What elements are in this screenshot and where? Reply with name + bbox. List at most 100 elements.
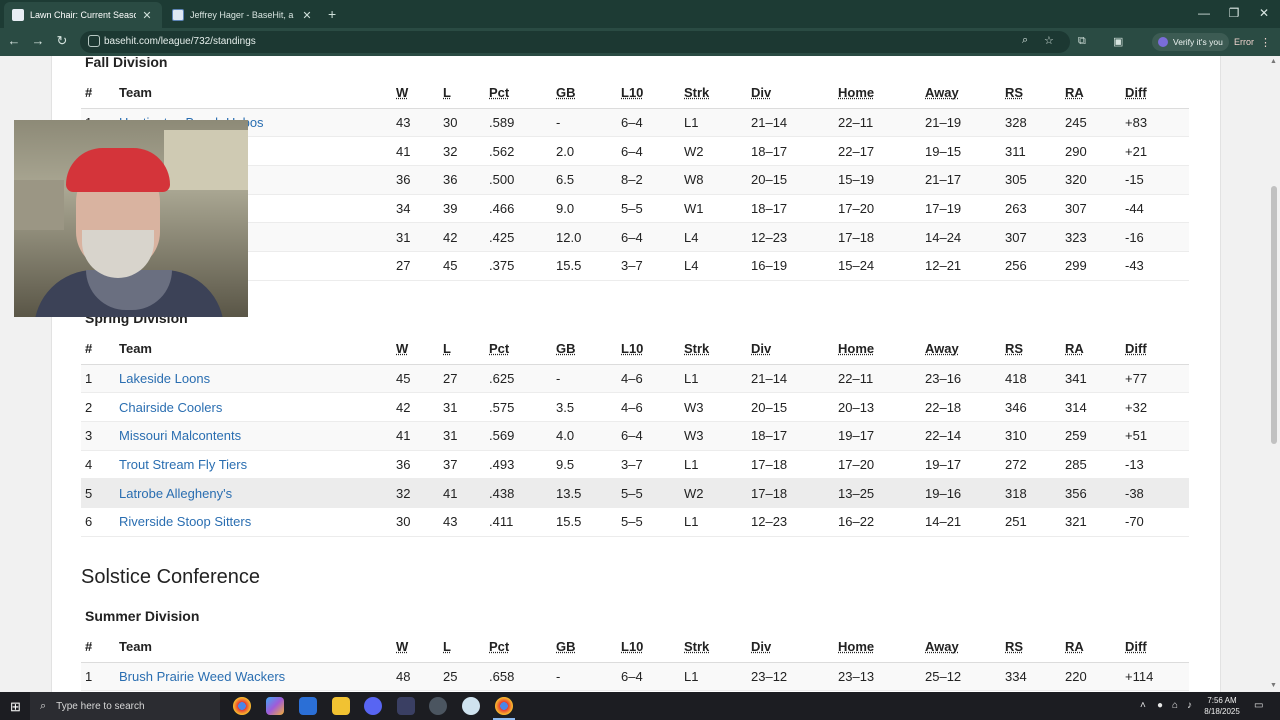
cell-last-ten: 6–4 [621,662,684,692]
close-tab-icon[interactable]: ✕ [300,9,314,22]
taskbar-clock[interactable]: 7:56 AM 8/18/2025 [1197,695,1247,717]
table-header-row: # Team W L Pct GB L10 Strk Div Home Away RS RA Diff [81,334,1189,365]
menu-kebab-icon[interactable]: ⋮ [1260,36,1271,49]
new-tab-icon[interactable]: + [328,6,336,22]
cell-division-record: 20–15 [751,392,838,422]
cell-team[interactable]: Missouri Malcontents [119,421,396,451]
cell-last-ten: 6–4 [621,222,684,252]
column-header-label: Away [925,85,959,101]
cell-away-record: 19–17 [925,450,1005,480]
cell-runs-allowed: 259 [1065,421,1125,451]
column-header-last-ten: L10 [621,78,684,109]
cell-wins: 41 [396,136,443,166]
cell-division-record: 21–14 [751,108,838,138]
address-bar[interactable]: basehit.com/league/732/standings ⌕ ☆ [80,31,1070,53]
cell-run-differential: -70 [1125,507,1189,537]
url-text: basehit.com/league/732/standings [104,36,256,47]
windows-taskbar: ⊞ ⌕ Type here to search ˄ ● ⌂ ♪ 7:56 AM … [0,692,1280,720]
bookmark-star-icon[interactable]: ☆ [1044,34,1054,47]
cell-pct: .575 [489,392,556,422]
scroll-up-icon[interactable]: ▲ [1270,58,1277,65]
cell-runs-scored: 307 [1005,222,1065,252]
column-header-last-ten: L10 [621,334,684,365]
cell-team[interactable]: Latrobe Allegheny's [119,478,396,508]
spring-division-table: # Team W L Pct GB L10 Strk Div Home Away RS RA Diff 1… [81,334,1189,537]
file-explorer-icon[interactable] [332,697,350,715]
cell-losses: 39 [443,194,489,224]
column-header-runs-allowed: RA [1065,78,1125,109]
copilot-icon[interactable] [266,697,284,715]
tab-lawn-chair[interactable]: Lawn Chair: Current Season Sta ✕ [4,2,162,28]
column-header-home-record: Home [838,78,925,109]
back-icon[interactable]: ← [6,33,22,48]
app-icon[interactable] [462,697,480,715]
table-header-row: # Team W L Pct GB L10 Strk Div Home Away RS RA Diff [81,78,1189,109]
side-panel-icon[interactable]: ▣ [1113,35,1123,48]
cell-run-differential: +51 [1125,421,1189,451]
store-icon[interactable] [299,697,317,715]
minimize-icon[interactable]: — [1194,6,1214,20]
tab-title: Jeffrey Hager - BaseHit, a free s [190,10,296,20]
volume-icon[interactable]: ♪ [1187,700,1192,711]
cell-games-back: 3.5 [556,392,621,422]
cell-away-record: 21–17 [925,165,1005,195]
error-menu-button[interactable]: Error ⋮ [1234,33,1271,51]
cell-runs-scored: 256 [1005,251,1065,281]
app-icon[interactable] [429,697,447,715]
cell-away-record: 19–16 [925,478,1005,508]
cell-team[interactable]: Trout Stream Fly Tiers [119,450,396,480]
column-header-label: Strk [684,85,710,101]
cell-pct: .411 [489,507,556,537]
cell-last-ten: 5–5 [621,507,684,537]
scrollbar-thumb[interactable] [1271,186,1277,444]
forward-icon[interactable]: → [30,33,46,48]
cell-losses: 25 [443,662,489,692]
fall-division-title: Fall Division [85,56,168,70]
cell-home-record: 17–20 [838,450,925,480]
close-tab-icon[interactable]: ✕ [140,9,154,22]
cell-last-ten: 6–4 [621,108,684,138]
cell-streak: L1 [684,450,751,480]
taskbar-search[interactable]: ⌕ Type here to search [30,692,220,720]
cell-wins: 45 [396,364,443,394]
zoom-icon[interactable]: ⌕ [1022,34,1028,47]
cell-team[interactable]: Lakeside Loons [119,364,396,394]
tab-jeffrey-hager[interactable]: Jeffrey Hager - BaseHit, a free s ✕ [164,2,322,28]
windows-start-icon[interactable]: ⊞ [10,699,21,715]
cell-streak: W1 [684,194,751,224]
scroll-down-icon[interactable]: ▼ [1270,682,1277,689]
page-viewport: Fall Division # Team W L Pct GB L10 Strk Div Home… [0,56,1280,692]
column-header-label: Team [119,341,152,357]
summer-division-title: Summer Division [85,608,200,624]
cell-team[interactable]: Riverside Stoop Sitters [119,507,396,537]
column-header-label: GB [556,85,576,101]
cell-losses: 43 [443,507,489,537]
cell-team[interactable]: Chairside Coolers [119,392,396,422]
cell-run-differential: +77 [1125,364,1189,394]
discord-icon[interactable] [364,697,382,715]
profile-verify-button[interactable]: Verify it's you [1152,33,1229,51]
restore-icon[interactable]: ❐ [1224,6,1244,20]
network-icon[interactable]: ⌂ [1172,700,1178,711]
tray-chevron-icon[interactable]: ˄ [1140,700,1146,711]
cell-home-record: 17–20 [838,194,925,224]
column-header-label: # [85,85,93,101]
cell-streak: W3 [684,392,751,422]
column-header-losses: L [443,334,489,365]
notifications-icon[interactable]: ▭ [1254,700,1263,711]
cell-team[interactable]: Brush Prairie Weed Wackers [119,662,396,692]
extensions-icon[interactable]: ⧉ [1078,35,1086,48]
app-icon[interactable] [397,697,415,715]
close-window-icon[interactable]: ✕ [1254,6,1274,20]
cell-away-record: 19–15 [925,136,1005,166]
site-info-icon[interactable] [88,35,100,47]
page-scrollbar[interactable]: ▲ ▼ [1268,56,1280,692]
cell-run-differential: -38 [1125,478,1189,508]
cell-losses: 30 [443,108,489,138]
chrome-icon[interactable] [233,697,251,715]
chrome-active-icon[interactable] [495,697,513,715]
microphone-icon[interactable]: ● [1157,700,1163,711]
cell-runs-scored: 418 [1005,364,1065,394]
column-header-run-differential: Diff [1125,334,1189,365]
reload-icon[interactable]: ↻ [54,33,70,49]
